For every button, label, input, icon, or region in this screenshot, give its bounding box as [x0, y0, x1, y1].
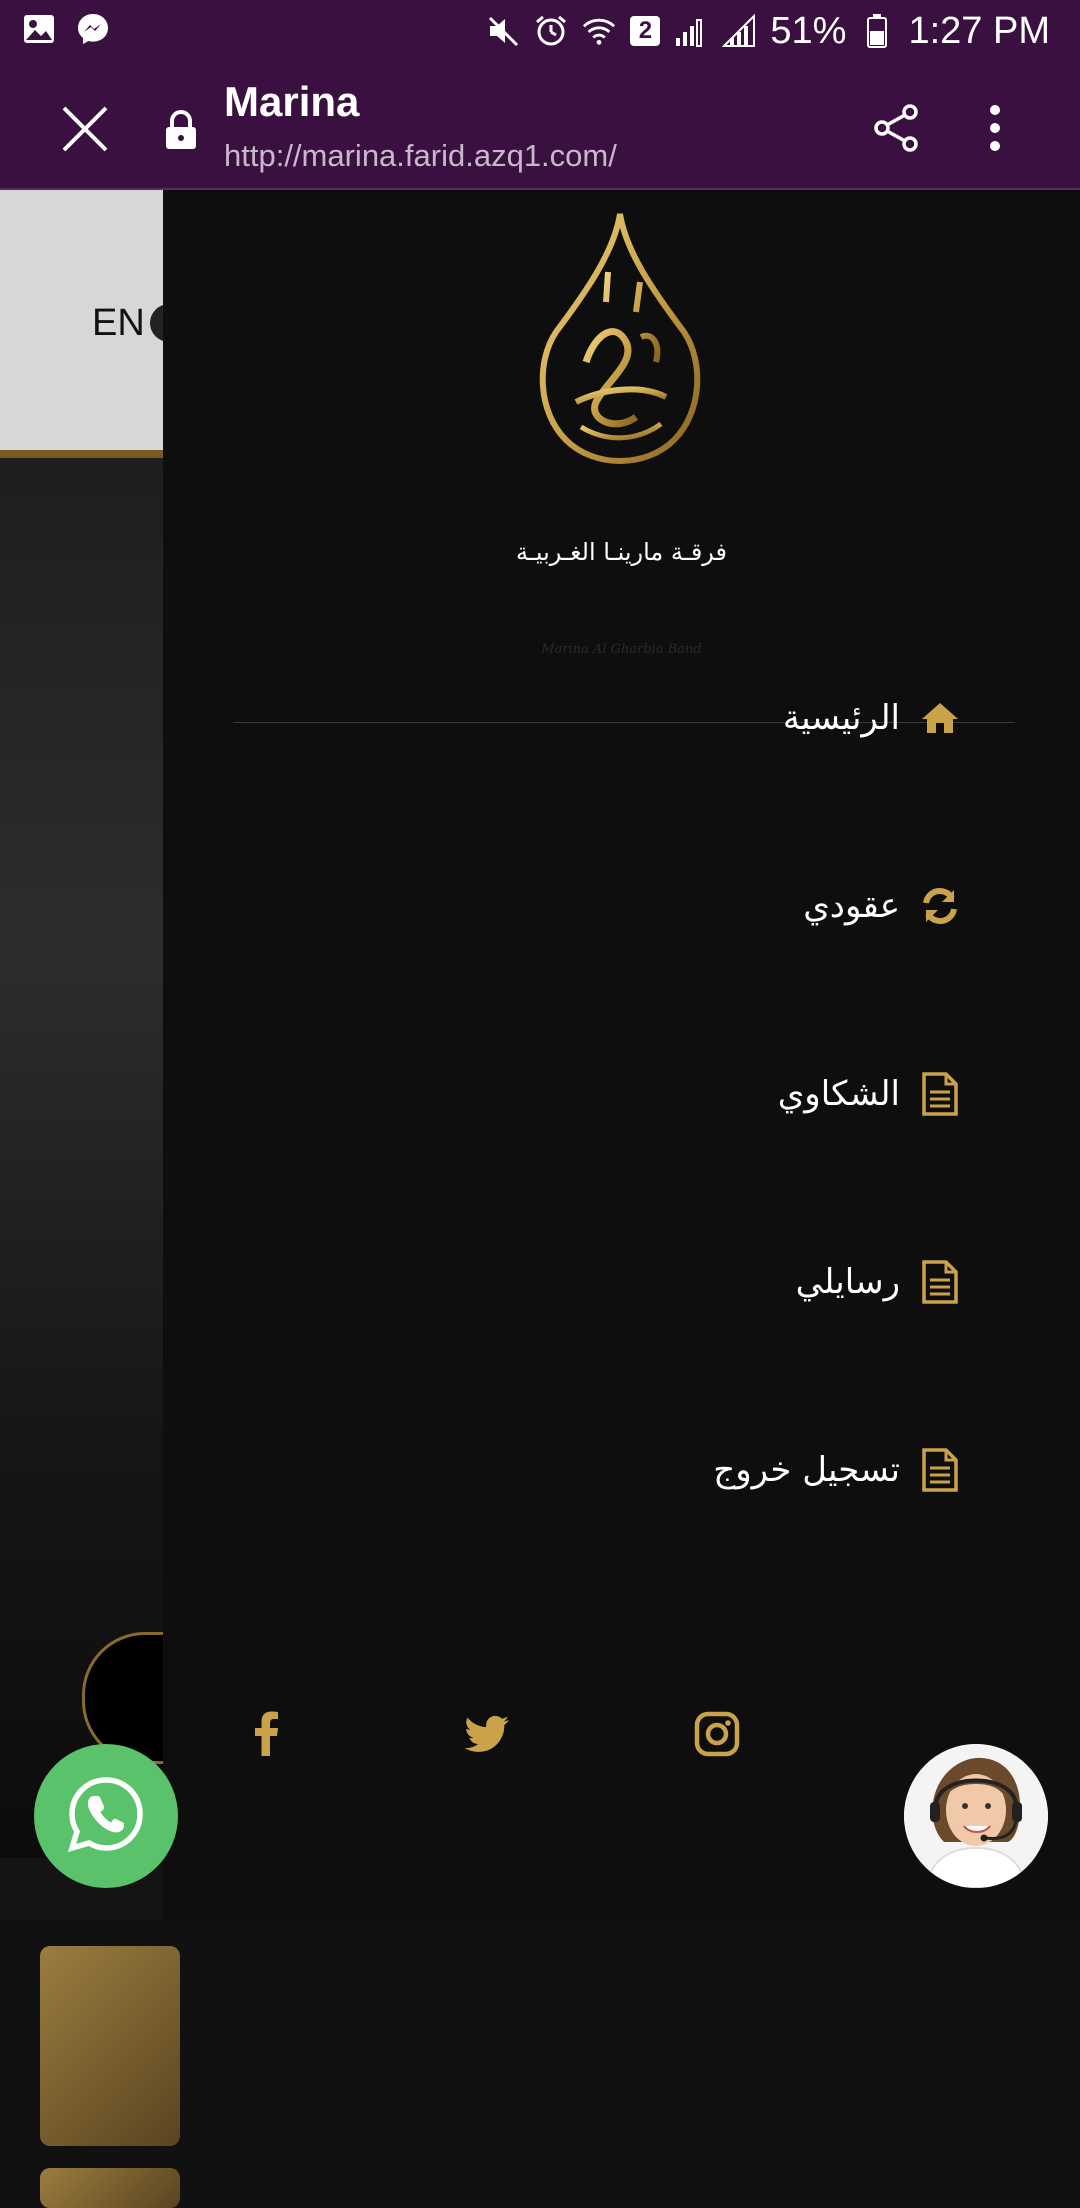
brand-name: فرقـة مارينـا الغـربيـة	[515, 538, 728, 566]
menu-item-home[interactable]: الرئيسية	[783, 688, 960, 748]
wifi-icon	[582, 14, 616, 48]
document-icon	[920, 1448, 960, 1492]
battery-icon	[860, 14, 894, 48]
battery-percent: 51%	[770, 9, 847, 52]
menu-label: الرئيسية	[782, 698, 900, 738]
refresh-icon	[920, 884, 960, 928]
menu-label: رسايلي	[795, 1262, 900, 1302]
navigation-drawer: فرقـة مارينـا الغـربيـة Marina Al Gharbi…	[163, 190, 1080, 1920]
page-title: Marina	[224, 78, 360, 125]
menu-item-contracts[interactable]: عقودي	[803, 876, 960, 936]
brand-logo	[536, 212, 704, 466]
alarm-icon	[534, 14, 568, 48]
menu-label: عقودي	[803, 886, 900, 926]
document-icon	[920, 1072, 960, 1116]
mute-icon	[486, 14, 520, 48]
twitter-icon[interactable]	[463, 1710, 511, 1758]
support-agent-avatar[interactable]	[904, 1744, 1048, 1888]
lock-icon	[164, 110, 198, 150]
whatsapp-button[interactable]	[34, 1744, 178, 1888]
hero-card[interactable]	[40, 1946, 180, 2146]
menu-item-complaints[interactable]: الشكاوي	[778, 1064, 960, 1124]
signal-icon	[722, 14, 756, 48]
whatsapp-icon	[66, 1774, 146, 1858]
signal-icon	[674, 14, 708, 48]
facebook-icon[interactable]	[243, 1710, 291, 1758]
close-icon[interactable]	[58, 102, 112, 156]
brand-tagline: Marina Al Gharbia Band	[541, 642, 702, 657]
clock: 1:27 PM	[908, 9, 1050, 52]
menu-label: تسجيل خروج	[713, 1450, 900, 1490]
document-icon	[920, 1260, 960, 1304]
instagram-icon[interactable]	[693, 1710, 741, 1758]
menu-item-logout[interactable]: تسجيل خروج	[713, 1440, 960, 1500]
more-icon[interactable]	[980, 102, 1010, 154]
messenger-icon	[76, 12, 110, 46]
home-icon	[920, 696, 960, 740]
sim-badge: 2	[630, 16, 661, 46]
language-switch[interactable]: EN	[92, 302, 145, 345]
gallery-icon	[22, 12, 56, 46]
hero-card[interactable]	[40, 2168, 180, 2208]
menu-label: الشكاوي	[777, 1074, 900, 1114]
browser-toolbar: Marina http://marina.farid.azq1.com/	[0, 62, 1080, 190]
share-icon[interactable]	[870, 102, 922, 154]
status-bar: 2 51% 1:27 PM	[0, 0, 1080, 62]
page-url[interactable]: http://marina.farid.azq1.com/	[224, 138, 617, 174]
menu-item-messages[interactable]: رسايلي	[796, 1252, 960, 1312]
